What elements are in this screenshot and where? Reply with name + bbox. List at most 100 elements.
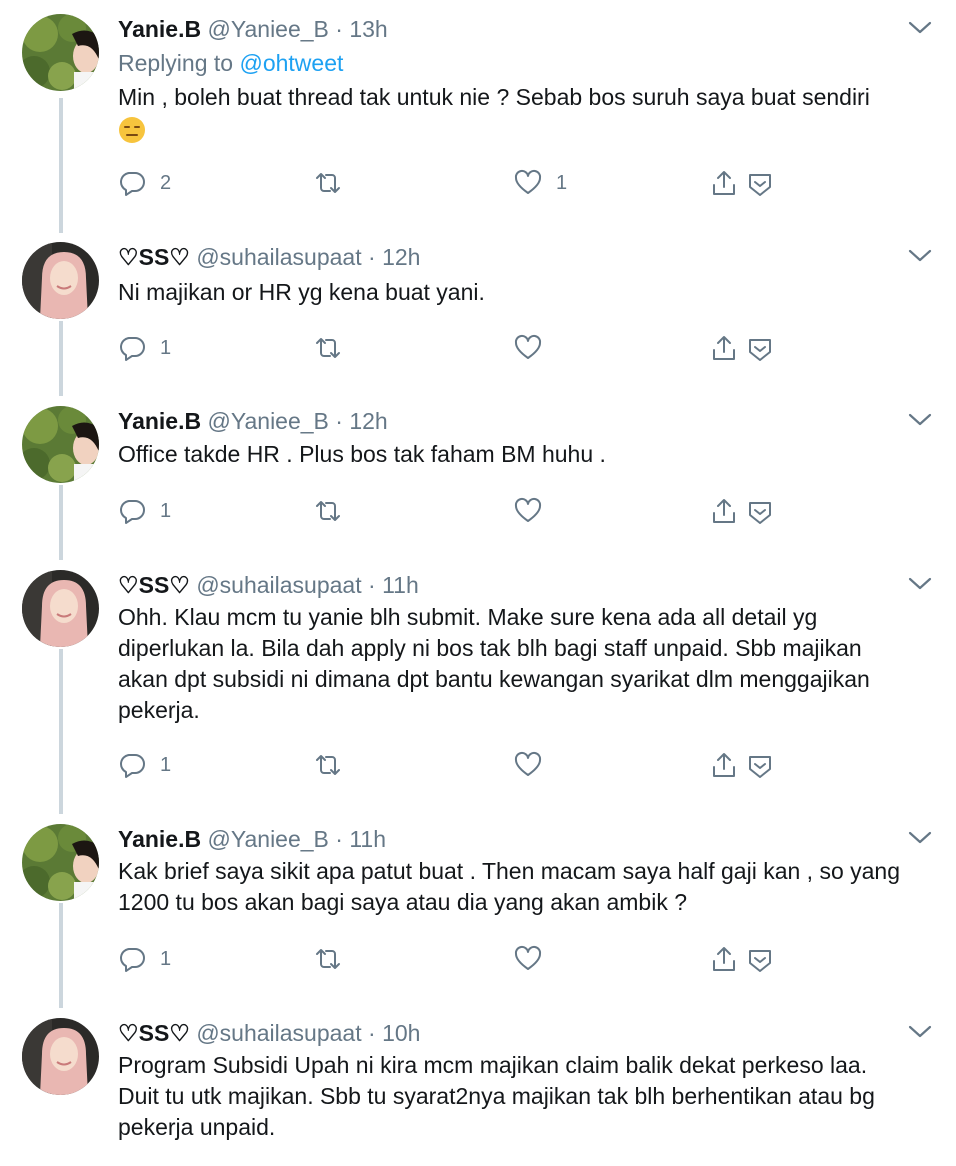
user-handle[interactable]: @Yaniee_B xyxy=(208,16,329,42)
tweet[interactable]: ♡SS♡ @suhailasupaat · 11h Ohh. Klau mcm … xyxy=(0,560,956,814)
tweet-actions: 1 xyxy=(118,944,938,974)
like-button[interactable] xyxy=(514,333,542,363)
tweet-text-line: Office takde HR . Plus bos tak faham BM … xyxy=(118,441,606,467)
display-name[interactable]: Yanie.B xyxy=(118,826,201,852)
tweet-text-line: diperlukan la. Bila dah apply ni bos tak… xyxy=(118,635,862,661)
reply-count: 1 xyxy=(160,753,172,776)
tweet-text-line: Program Subsidi Upah ni kira mcm majikan… xyxy=(118,1052,868,1078)
retweet-icon xyxy=(316,501,340,521)
reply-button[interactable]: 1 xyxy=(118,496,171,526)
user-handle[interactable]: @Yaniee_B xyxy=(208,408,329,434)
dm-button[interactable] xyxy=(746,496,774,526)
reply-icon xyxy=(120,500,145,524)
direct-message-icon xyxy=(749,756,771,778)
avatar-yanie[interactable] xyxy=(22,14,99,91)
reply-button[interactable]: 1 xyxy=(118,944,171,974)
user-handle[interactable]: @suhailasupaat xyxy=(196,244,361,270)
separator-dot: · xyxy=(335,16,343,42)
avatar-suhaila[interactable] xyxy=(22,1018,99,1095)
tweet-text: Ni majikan or HR yg kena buat yani. xyxy=(118,277,938,308)
tweet[interactable]: ♡SS♡ @suhailasupaat · 12h Ni majikan or … xyxy=(0,232,956,396)
share-button[interactable] xyxy=(710,496,738,526)
tweet-text-line: Ni majikan or HR yg kena buat yani. xyxy=(118,279,485,305)
mention-link[interactable]: @ohtweet xyxy=(239,50,343,76)
display-name[interactable]: Yanie.B xyxy=(118,16,201,42)
timestamp[interactable]: 12h xyxy=(349,408,387,434)
separator-dot: · xyxy=(368,1020,376,1046)
timestamp[interactable]: 11h xyxy=(349,826,386,852)
tweet-text: Min , boleh buat thread tak untuk nie ? … xyxy=(118,82,938,144)
tweet-options-button[interactable] xyxy=(906,246,934,266)
like-button[interactable]: 1 xyxy=(514,168,567,198)
user-handle[interactable]: @Yaniee_B xyxy=(208,826,329,852)
direct-message-icon xyxy=(749,502,771,524)
reply-button[interactable]: 1 xyxy=(118,750,171,780)
tweet-header: ♡SS♡ @suhailasupaat · 10h xyxy=(118,1020,420,1047)
dm-button[interactable] xyxy=(746,750,774,780)
tweet-options-button[interactable] xyxy=(906,828,934,848)
timestamp[interactable]: 10h xyxy=(382,1020,420,1046)
tweet[interactable]: ♡SS♡ @suhailasupaat · 10h Program Subsid… xyxy=(0,1008,956,1166)
tweet-options-button[interactable] xyxy=(906,1022,934,1042)
retweet-button[interactable] xyxy=(314,168,342,198)
reply-button[interactable]: 1 xyxy=(118,333,171,363)
retweet-button[interactable] xyxy=(314,944,342,974)
dm-button[interactable] xyxy=(746,944,774,974)
tweet-options-button[interactable] xyxy=(906,18,934,38)
like-button[interactable] xyxy=(514,496,542,526)
retweet-icon xyxy=(316,338,340,358)
display-name[interactable]: Yanie.B xyxy=(118,408,201,434)
tweet-options-button[interactable] xyxy=(906,574,934,594)
tweet-text-line: pekerja unpaid. xyxy=(118,1114,276,1140)
tweet-text-line: Duit tu utk majikan. Sbb tu syarat2nya m… xyxy=(118,1083,875,1109)
tweet-header: ♡SS♡ @suhailasupaat · 11h xyxy=(118,572,419,599)
reply-count: 1 xyxy=(160,947,172,970)
reply-icon xyxy=(120,948,145,972)
reply-icon xyxy=(120,172,145,196)
tweet-text: Office takde HR . Plus bos tak faham BM … xyxy=(118,439,938,470)
like-button[interactable] xyxy=(514,750,542,780)
tweet-text: Ohh. Klau mcm tu yanie blh submit. Make … xyxy=(118,602,938,726)
display-name[interactable]: ♡SS♡ xyxy=(118,572,190,598)
emoji-line xyxy=(118,113,938,144)
share-button[interactable] xyxy=(710,168,738,198)
tweet-header: Yanie.B @Yaniee_B · 12h xyxy=(118,408,388,435)
share-button[interactable] xyxy=(710,333,738,363)
share-button[interactable] xyxy=(710,750,738,780)
avatar-suhaila[interactable] xyxy=(22,242,99,319)
retweet-button[interactable] xyxy=(314,496,342,526)
timestamp[interactable]: 12h xyxy=(382,244,420,270)
tweet-text-line: 1200 tu bos akan bagi saya atau dia yang… xyxy=(118,889,688,915)
retweet-button[interactable] xyxy=(314,750,342,780)
chevron-down-icon xyxy=(908,249,932,262)
separator-dot: · xyxy=(335,826,343,852)
user-handle[interactable]: @suhailasupaat xyxy=(196,572,361,598)
tweet[interactable]: Yanie.B @Yaniee_B · 12h Office takde HR … xyxy=(0,396,956,560)
reply-count: 2 xyxy=(160,171,172,194)
display-name[interactable]: ♡SS♡ xyxy=(118,244,190,270)
dm-button[interactable] xyxy=(746,333,774,363)
reply-count: 1 xyxy=(160,336,172,359)
timestamp[interactable]: 11h xyxy=(382,572,419,598)
display-name[interactable]: ♡SS♡ xyxy=(118,1020,190,1046)
user-handle[interactable]: @suhailasupaat xyxy=(196,1020,361,1046)
avatar-suhaila[interactable] xyxy=(22,570,99,647)
heart-icon xyxy=(514,169,542,194)
tweet-actions: 1 xyxy=(118,750,938,780)
like-button[interactable] xyxy=(514,944,542,974)
avatar-yanie[interactable] xyxy=(22,824,99,901)
tweet-options-button[interactable] xyxy=(906,410,934,430)
tweet[interactable]: Yanie.B @Yaniee_B · 11h Kak brief saya s… xyxy=(0,814,956,1008)
timestamp[interactable]: 13h xyxy=(349,16,387,42)
tweet[interactable]: Yanie.B @Yaniee_B · 13h Replying to @oht… xyxy=(0,0,956,233)
dm-button[interactable] xyxy=(746,168,774,198)
replying-to-label: Replying to xyxy=(118,50,234,76)
tweet-header: Yanie.B @Yaniee_B · 13h xyxy=(118,16,388,43)
share-button[interactable] xyxy=(710,944,738,974)
heart-icon xyxy=(514,751,542,776)
share-icon xyxy=(713,171,735,195)
share-icon xyxy=(713,947,735,971)
reply-button[interactable]: 2 xyxy=(118,168,171,198)
retweet-button[interactable] xyxy=(314,333,342,363)
avatar-yanie[interactable] xyxy=(22,406,99,483)
